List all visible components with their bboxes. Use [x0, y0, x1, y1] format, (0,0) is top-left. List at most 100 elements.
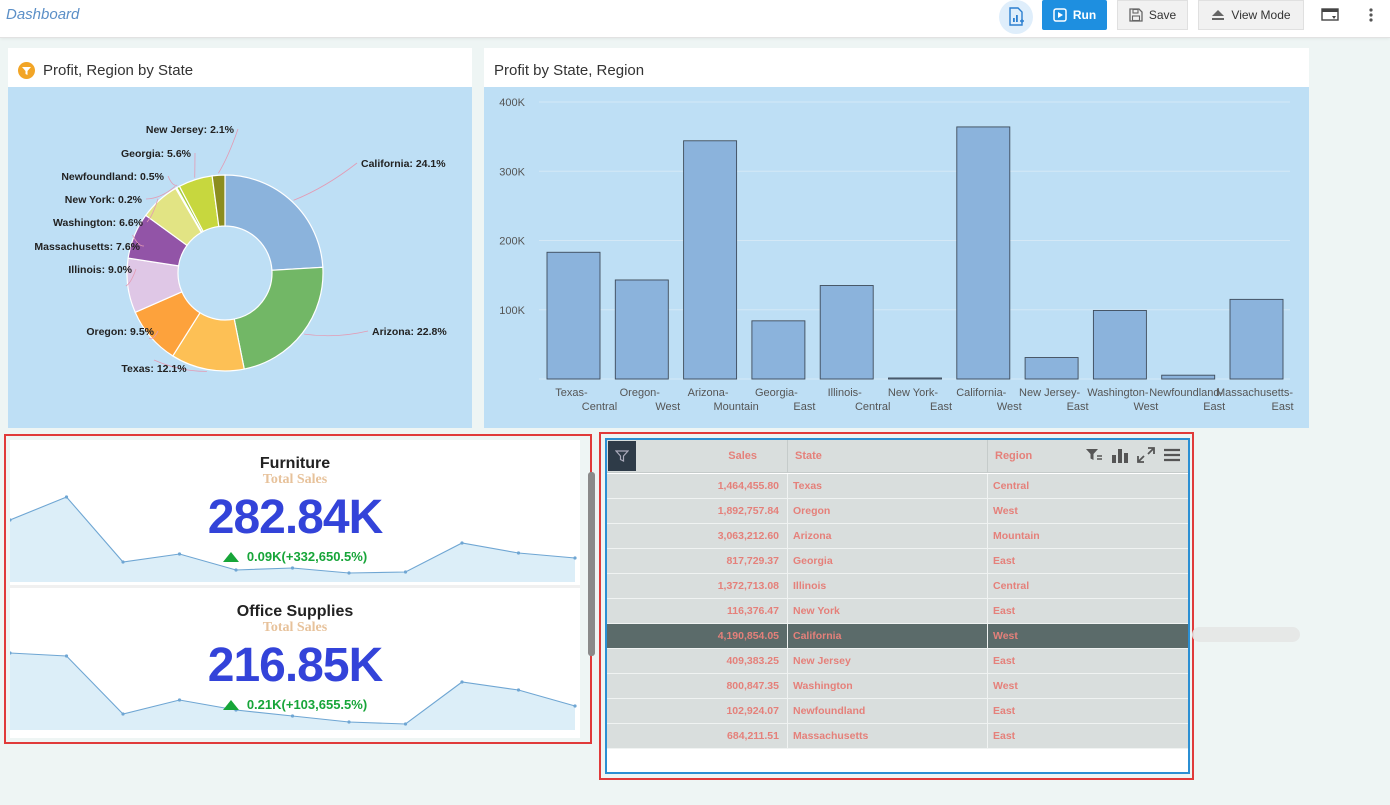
- add-chart-button[interactable]: [999, 0, 1033, 34]
- table-row[interactable]: 409,383.25 New Jersey East: [607, 649, 1188, 674]
- table-panel-frame: Sales State Region 1,464,455.80 Texas Ce…: [599, 432, 1194, 780]
- kpi-value: 216.85K: [207, 639, 383, 692]
- table-row[interactable]: 102,924.07 Newfoundland East: [607, 699, 1188, 724]
- pie-label-connector: [293, 162, 358, 201]
- cell-region: West: [993, 680, 1018, 692]
- bar[interactable]: [614, 279, 669, 380]
- drag-handle[interactable]: [1192, 627, 1300, 642]
- kpi-scrollbar[interactable]: [588, 472, 595, 656]
- sparkline-point: [403, 722, 408, 726]
- cell-sales: 409,383.25: [726, 655, 779, 667]
- cell-sales: 102,924.07: [726, 705, 779, 717]
- cell-region: West: [993, 505, 1018, 517]
- table-row[interactable]: 1,464,455.80 Texas Central: [607, 474, 1188, 499]
- bar-chart: 100K200K300K400KTexas-CentralOregon-West…: [499, 97, 1293, 413]
- bar[interactable]: [1092, 309, 1147, 380]
- table-row[interactable]: 684,211.51 Massachusetts East: [607, 724, 1188, 749]
- x-tick-label: East: [930, 401, 952, 413]
- column-header-sales[interactable]: Sales: [607, 440, 757, 473]
- x-tick-label: West: [1133, 401, 1158, 413]
- pie-slice[interactable]: [233, 266, 324, 370]
- run-button[interactable]: Run: [1042, 0, 1107, 30]
- cell-sales: 1,372,713.08: [717, 580, 779, 592]
- table-row[interactable]: 817,729.37 Georgia East: [607, 549, 1188, 574]
- bar-chart-icon[interactable]: [1111, 447, 1129, 463]
- kpi-name: Furniture: [259, 455, 331, 472]
- kpi-value: 282.84K: [207, 491, 383, 544]
- x-tick-label: West: [997, 401, 1022, 413]
- pie-label-connector: [167, 175, 178, 186]
- column-divider: [987, 624, 988, 649]
- bar-panel-title: Profit by State, Region: [494, 62, 645, 79]
- bar[interactable]: [888, 377, 942, 380]
- more-menu-button[interactable]: [1362, 0, 1380, 30]
- table-row[interactable]: 4,190,854.05 California West: [607, 624, 1188, 649]
- cell-region: West: [993, 630, 1018, 642]
- column-divider: [787, 649, 788, 674]
- x-tick-label: New Jersey-: [1019, 387, 1080, 399]
- filter-settings-icon[interactable]: [1085, 447, 1103, 463]
- cell-region: East: [993, 605, 1016, 617]
- cell-state: Texas: [793, 480, 822, 492]
- bar[interactable]: [1024, 357, 1079, 380]
- bar[interactable]: [819, 285, 874, 380]
- table-row[interactable]: 3,063,212.60 Arizona Mountain: [607, 524, 1188, 549]
- bar[interactable]: [1229, 298, 1284, 380]
- cell-state: Oregon: [793, 505, 831, 517]
- kpi-subtitle: Total Sales: [262, 620, 328, 635]
- x-tick-label: Central: [855, 401, 890, 413]
- column-divider: [987, 524, 988, 549]
- table-row[interactable]: 1,372,713.08 Illinois Central: [607, 574, 1188, 599]
- sparkline-point: [347, 720, 351, 724]
- column-divider: [987, 674, 988, 699]
- column-divider: [987, 599, 988, 624]
- save-button[interactable]: Save: [1117, 0, 1188, 30]
- cell-sales: 800,847.35: [726, 680, 779, 692]
- pie-label: California: 24.1%: [361, 158, 446, 170]
- page-title: Dashboard: [6, 6, 80, 23]
- kpi-card-furniture[interactable]: Furniture Total Sales 282.84K 0.09K(+332…: [10, 440, 580, 585]
- kpi-card-office-supplies[interactable]: Office Supplies Total Sales 216.85K 0.21…: [10, 588, 580, 733]
- pie-label: Oregon: 9.5%: [86, 326, 154, 338]
- column-divider: [987, 549, 988, 574]
- x-tick-label: East: [793, 401, 815, 413]
- table-row[interactable]: 116,376.47 New York East: [607, 599, 1188, 624]
- column-divider: [987, 574, 988, 599]
- expand-icon[interactable]: [1137, 447, 1155, 463]
- bar[interactable]: [751, 320, 806, 380]
- menu-icon[interactable]: [1163, 447, 1181, 463]
- x-tick-label: Texas-: [555, 387, 588, 399]
- pie-label: Texas: 12.1%: [121, 363, 187, 375]
- trend-up-icon: [222, 699, 239, 710]
- column-divider: [987, 499, 988, 524]
- y-tick-label: 400K: [499, 97, 525, 109]
- x-tick-label: Newfoundland-: [1149, 387, 1223, 399]
- column-divider: [787, 724, 788, 749]
- kpi-subtitle: Total Sales: [262, 472, 328, 487]
- cell-state: Newfoundland: [793, 705, 866, 717]
- trend-up-icon: [222, 551, 239, 562]
- pie-slice[interactable]: [224, 174, 324, 271]
- funnel-filter-icon[interactable]: [18, 62, 35, 79]
- cell-sales: 1,892,757.84: [717, 505, 779, 517]
- bar[interactable]: [956, 126, 1011, 380]
- table-row[interactable]: 800,847.35 Washington West: [607, 674, 1188, 699]
- cell-region: Central: [993, 480, 1030, 492]
- save-icon: [1129, 8, 1143, 22]
- pie-label: New York: 0.2%: [65, 194, 143, 206]
- bar[interactable]: [546, 251, 601, 380]
- window-settings-icon: [1321, 8, 1339, 21]
- y-tick-label: 200K: [499, 236, 525, 248]
- view-mode-button[interactable]: View Mode: [1198, 0, 1304, 30]
- bar[interactable]: [683, 140, 738, 380]
- dashboard-settings-button[interactable]: [1318, 0, 1342, 30]
- column-header-region[interactable]: Region: [995, 440, 1032, 473]
- pie-label: Massachusetts: 7.6%: [34, 241, 140, 253]
- pie-plot-area: California: 24.1% Arizona: 22.8% Texas: 12…: [8, 87, 472, 428]
- bar[interactable]: [1161, 374, 1216, 380]
- kpi-change-text: 0.21K(+103,655.5%): [246, 697, 368, 712]
- table-row[interactable]: 1,892,757.84 Oregon West: [607, 499, 1188, 524]
- column-header-state[interactable]: State: [795, 440, 822, 473]
- cell-region: Central: [993, 580, 1030, 592]
- column-divider: [787, 674, 788, 699]
